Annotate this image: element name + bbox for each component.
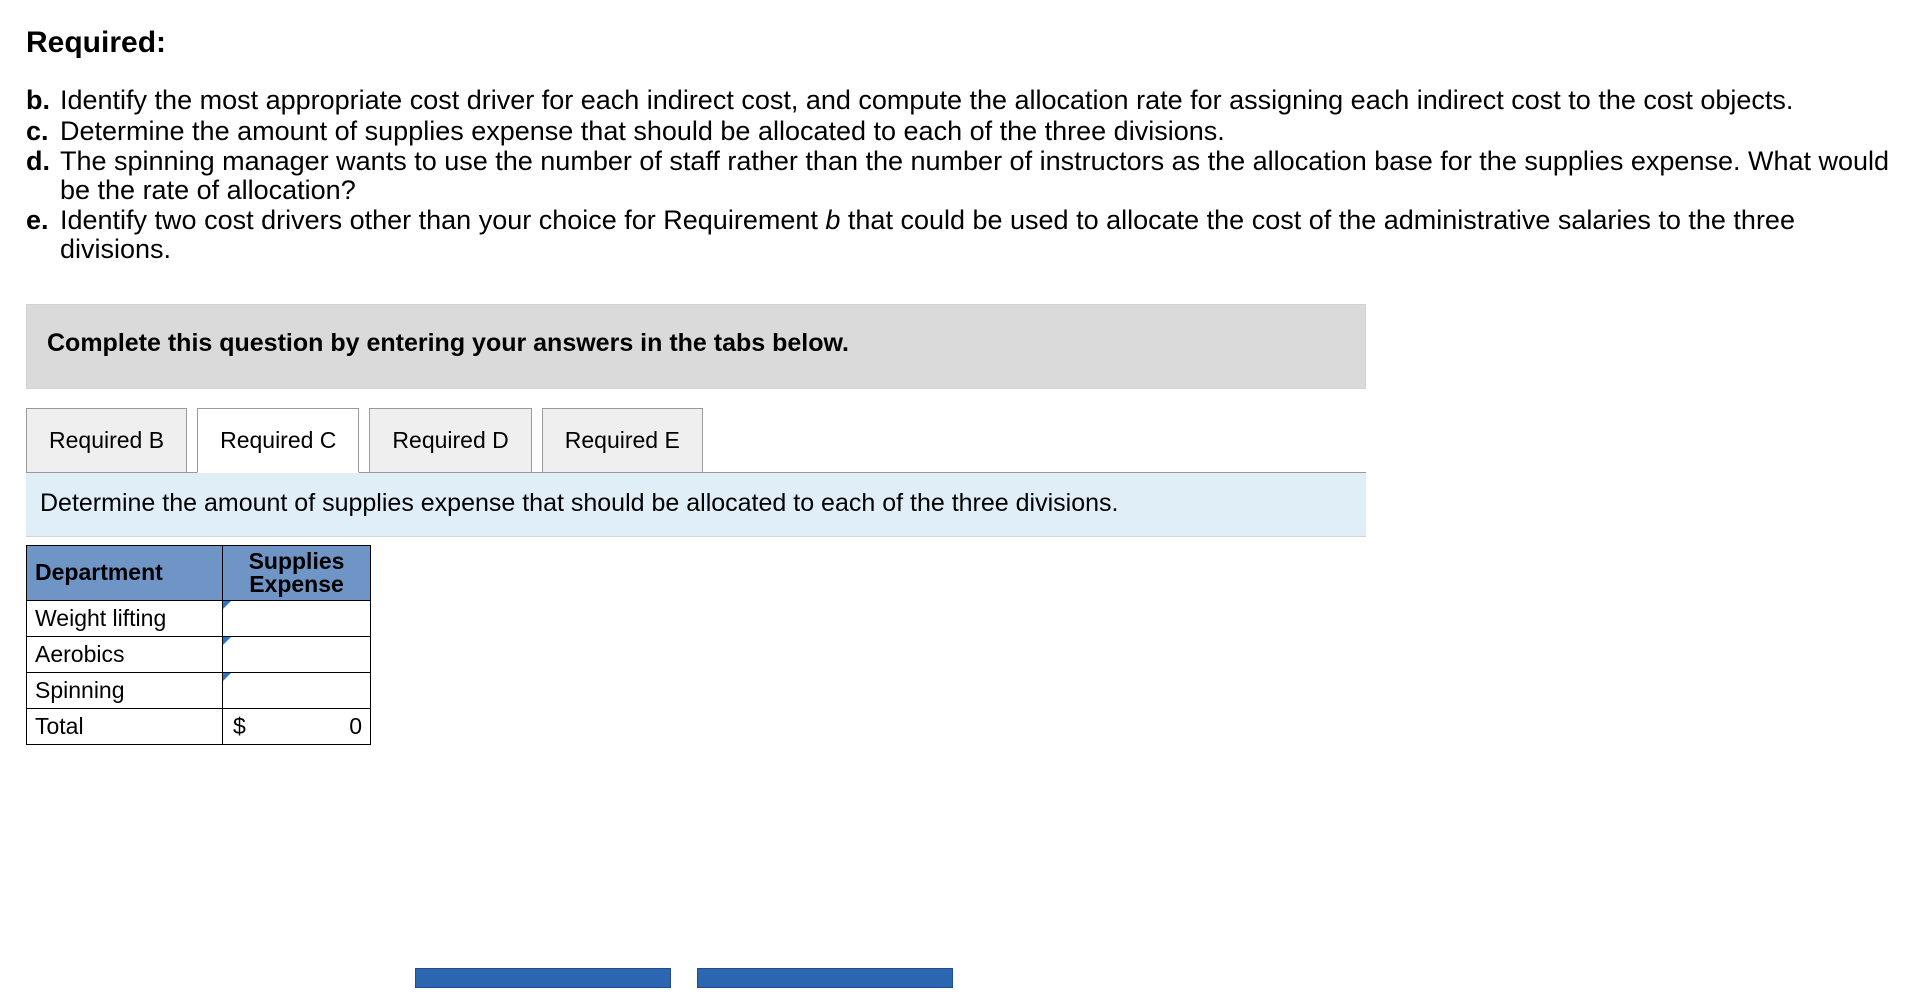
requirement-marker: b.: [26, 86, 50, 115]
supplies-expense-table: Department Supplies Expense Weight lifti…: [26, 545, 371, 745]
requirement-item-c: c. Determine the amount of supplies expe…: [60, 117, 1896, 146]
table-header-supplies-line2: Expense: [249, 571, 344, 597]
next-tab-button[interactable]: [697, 968, 953, 988]
table-row: Weight lifting: [27, 600, 371, 636]
required-heading: Required:: [26, 26, 1896, 60]
table-row: Aerobics: [27, 636, 371, 672]
supplies-input-weight-lifting[interactable]: [223, 600, 371, 636]
tab-required-b[interactable]: Required B: [26, 408, 187, 473]
dept-cell-weight-lifting: Weight lifting: [27, 600, 223, 636]
dept-cell-spinning: Spinning: [27, 672, 223, 708]
tab-required-c[interactable]: Required C: [197, 408, 359, 473]
page-root: Required: b. Identify the most appropria…: [0, 0, 1922, 996]
nav-row: [415, 968, 953, 988]
editable-marker-icon: [223, 673, 231, 681]
requirement-marker: d.: [26, 147, 50, 176]
tab-required-d[interactable]: Required D: [369, 408, 531, 473]
requirement-text: Identify two cost drivers other than you…: [60, 205, 1795, 264]
tab-required-e[interactable]: Required E: [542, 408, 703, 473]
requirement-item-e: e. Identify two cost drivers other than …: [60, 206, 1896, 263]
table-row: Spinning: [27, 672, 371, 708]
total-label-cell: Total: [27, 708, 223, 744]
editable-marker-icon: [223, 601, 231, 609]
total-value-cell: $ 0: [223, 708, 371, 744]
supplies-input-aerobics[interactable]: [223, 636, 371, 672]
supplies-input-spinning[interactable]: [223, 672, 371, 708]
dept-cell-aerobics: Aerobics: [27, 636, 223, 672]
requirement-text: Identify the most appropriate cost drive…: [60, 85, 1793, 115]
table-header-supplies-expense: Supplies Expense: [223, 545, 371, 600]
requirement-item-b: b. Identify the most appropriate cost dr…: [60, 86, 1896, 115]
instruction-bar: Complete this question by entering your …: [26, 304, 1366, 389]
editable-marker-icon: [223, 637, 231, 645]
requirement-text: The spinning manager wants to use the nu…: [60, 146, 1889, 205]
tab-panel-description: Determine the amount of supplies expense…: [26, 472, 1366, 537]
requirement-text: Determine the amount of supplies expense…: [60, 116, 1225, 146]
requirements-list: b. Identify the most appropriate cost dr…: [26, 86, 1896, 264]
tabs-row: Required B Required C Required D Require…: [26, 407, 1366, 472]
requirement-marker: e.: [26, 206, 49, 235]
currency-symbol: $: [233, 713, 246, 740]
requirement-marker: c.: [26, 117, 49, 146]
requirement-item-d: d. The spinning manager wants to use the…: [60, 147, 1896, 204]
table-row-total: Total $ 0: [27, 708, 371, 744]
total-value: 0: [349, 713, 362, 740]
table-header-department: Department: [27, 545, 223, 600]
prev-tab-button[interactable]: [415, 968, 671, 988]
